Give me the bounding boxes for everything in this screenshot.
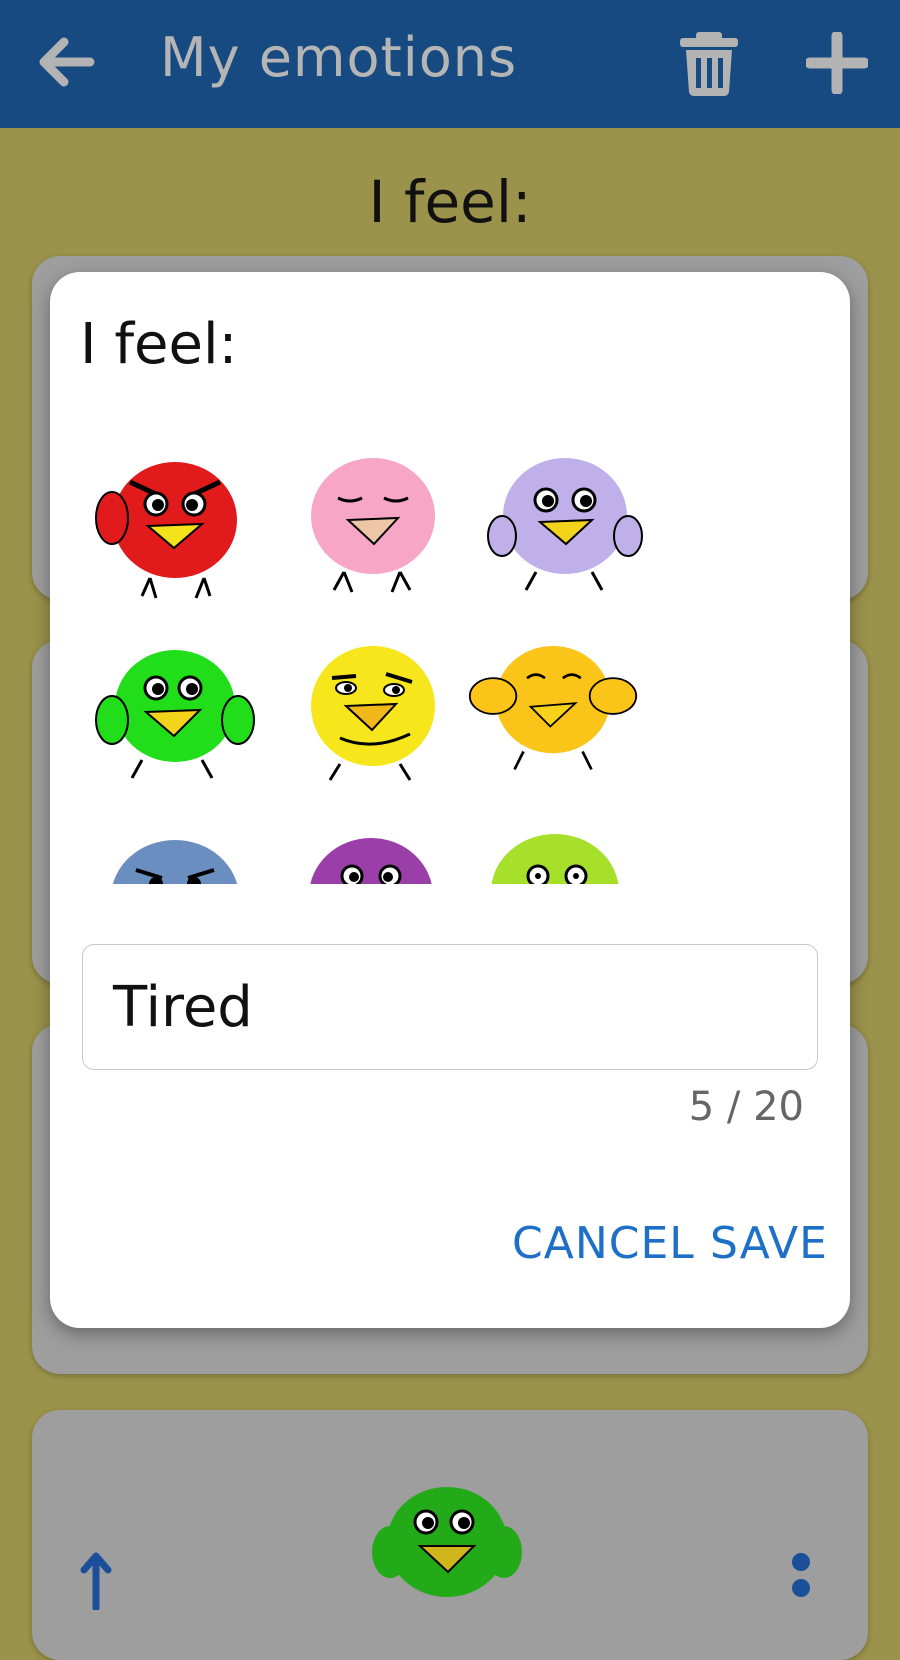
amazed-bird-icon[interactable]: [470, 806, 640, 884]
cancel-button[interactable]: CANCEL: [512, 1218, 695, 1269]
dialog-title: I feel:: [80, 312, 238, 377]
character-counter: 5 / 20: [688, 1084, 804, 1130]
surprised-bird-icon[interactable]: [480, 440, 650, 610]
emotion-grid: [90, 440, 770, 884]
emotion-name-value[interactable]: Tired: [113, 975, 253, 1040]
app-bar: My emotions: [0, 0, 900, 128]
sad-bird-icon[interactable]: [286, 814, 456, 884]
plus-icon[interactable]: [806, 32, 868, 94]
calm-bird-icon[interactable]: [288, 440, 458, 610]
trash-icon[interactable]: [678, 30, 740, 96]
joyful-bird-icon[interactable]: [468, 620, 638, 790]
thinking-bird-icon[interactable]: [288, 628, 458, 798]
grumpy-bird-icon[interactable]: [90, 818, 260, 884]
angry-bird-icon[interactable]: [90, 440, 260, 610]
happy-bird-icon[interactable]: [90, 628, 260, 798]
emotion-dialog: I feel: Tired 5 / 20 CANCEL SAVE: [50, 272, 850, 1328]
page-title: My emotions: [160, 26, 518, 89]
arrow-left-icon[interactable]: [34, 30, 98, 94]
emotion-name-field[interactable]: Tired: [82, 944, 818, 1070]
save-button[interactable]: SAVE: [710, 1218, 828, 1269]
